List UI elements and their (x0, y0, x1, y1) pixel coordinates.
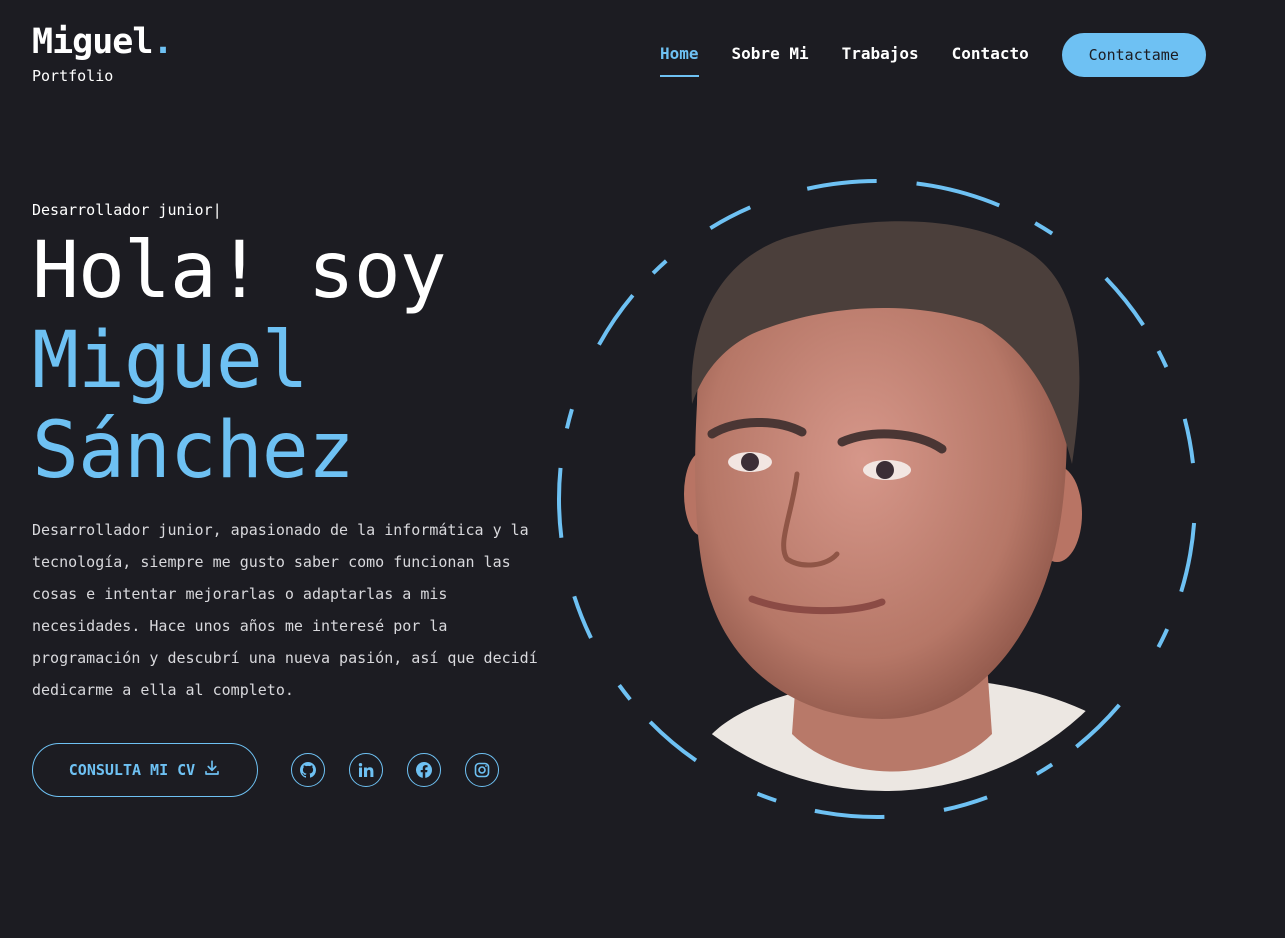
nav-contacto[interactable]: Contacto (952, 39, 1029, 77)
contact-button[interactable]: Contactame (1061, 33, 1206, 77)
dashed-ring (557, 179, 1197, 819)
instagram-icon (474, 762, 490, 778)
hero-name-last: Sánchez (32, 406, 355, 496)
cv-button-label: CONSULTA MI CV (68, 761, 196, 779)
profile-photo-area (552, 174, 1202, 824)
nav-sobre-mi[interactable]: Sobre Mi (732, 39, 809, 77)
logo-subtitle: Portfolio (32, 67, 114, 85)
linkedin-icon (358, 762, 374, 778)
profile-photo (684, 221, 1112, 791)
nav-home[interactable]: Home (660, 39, 699, 77)
nav-trabajos[interactable]: Trabajos (842, 39, 919, 77)
linkedin-link[interactable] (349, 753, 383, 787)
hero-name-first: Miguel (32, 316, 309, 406)
download-cv-button[interactable]: CONSULTA MI CV (32, 743, 258, 797)
hero-description: Desarrollador junior, apasionado de la i… (32, 521, 538, 699)
hero-title: Hola! soy Miguel Sánchez (32, 226, 447, 496)
facebook-link[interactable] (407, 753, 441, 787)
role-typing-text: Desarrollador junior| (32, 201, 222, 219)
logo[interactable]: Miguel. Portfolio (32, 22, 174, 86)
logo-name: Miguel. (32, 22, 174, 62)
facebook-icon (416, 762, 432, 778)
instagram-link[interactable] (465, 753, 499, 787)
logo-dot: . (152, 22, 173, 62)
social-links (291, 753, 499, 787)
github-link[interactable] (291, 753, 325, 787)
hero-greeting: Hola! soy (32, 226, 447, 316)
github-icon (300, 762, 316, 778)
main-nav: Home Sobre Mi Trabajos Contacto Contacta… (660, 33, 1206, 80)
download-icon (203, 759, 221, 781)
